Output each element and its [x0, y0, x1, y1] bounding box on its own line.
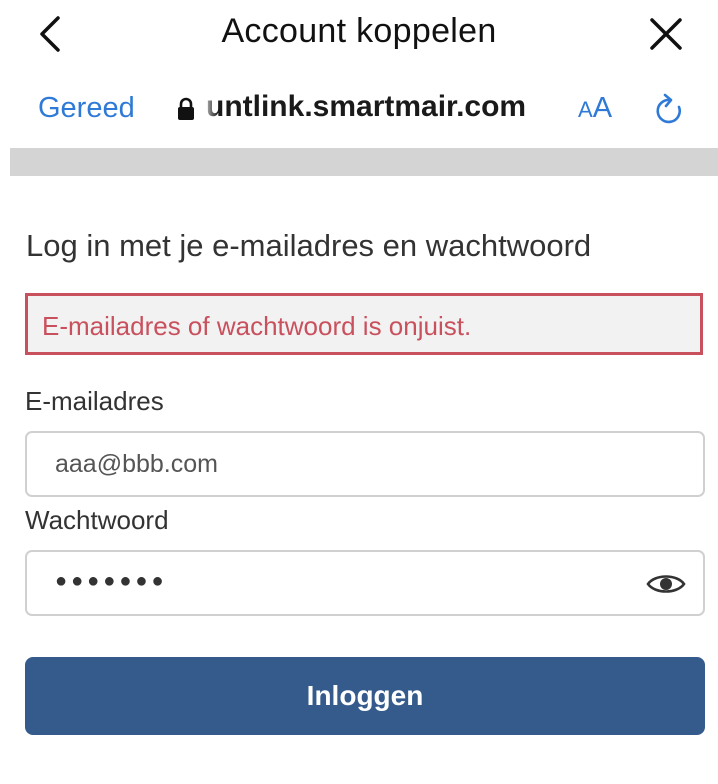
url-text[interactable]: untlink.smartmair.com — [206, 90, 552, 124]
close-button[interactable] — [644, 12, 688, 56]
text-size-small-label: A — [578, 97, 593, 122]
email-label: E-mailadres — [25, 386, 164, 416]
login-button-label: Inloggen — [306, 680, 424, 711]
url-fade — [200, 88, 218, 128]
error-message: E-mailadres of wachtwoord is onjuist. — [42, 311, 472, 341]
title-bar: Account koppelen — [0, 0, 718, 66]
error-alert: E-mailadres of wachtwoord is onjuist. — [25, 293, 703, 355]
reload-icon[interactable] — [652, 90, 688, 130]
password-value: ●●●●●●● — [55, 570, 168, 592]
text-size-large-label: A — [592, 92, 613, 124]
email-field[interactable]: aaa@bbb.com — [25, 431, 705, 497]
password-label: Wachtwoord — [25, 505, 169, 535]
login-button[interactable]: Inloggen — [25, 657, 705, 735]
done-button[interactable]: Gereed — [38, 92, 135, 125]
close-icon — [650, 18, 682, 50]
page-title: Account koppelen — [221, 12, 497, 50]
text-size-button[interactable]: AA — [578, 92, 612, 125]
browser-url-bar: Gereed untlink.smartmair.com AA — [0, 80, 718, 140]
email-value: aaa@bbb.com — [55, 450, 218, 478]
login-page: Account koppelen Gereed untlink.smartmai… — [0, 0, 718, 784]
password-field[interactable]: ●●●●●●● — [25, 550, 705, 616]
page-header-strip — [10, 148, 718, 176]
form-heading: Log in met je e-mailadres en wachtwoord — [26, 228, 592, 263]
lock-icon — [178, 97, 194, 120]
eye-icon[interactable] — [645, 570, 687, 598]
